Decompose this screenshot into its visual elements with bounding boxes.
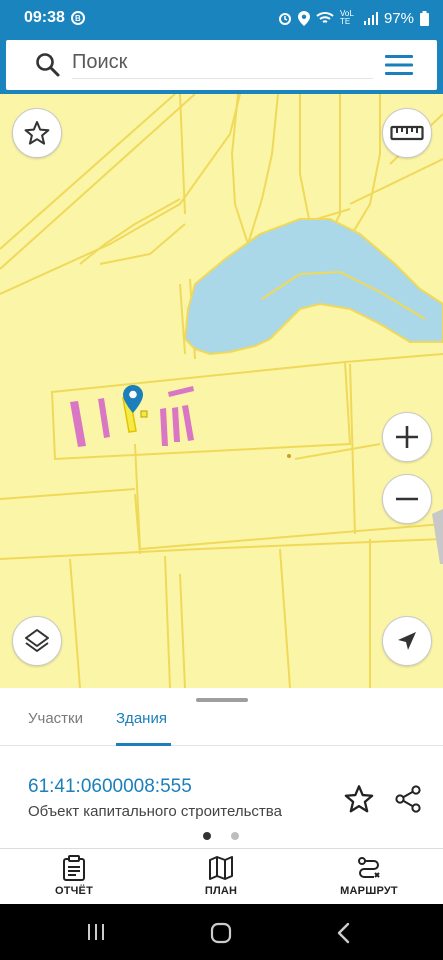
map-icon [209, 856, 233, 880]
nav-report-label: ОТЧЁТ [54, 885, 94, 897]
pager-dot [231, 832, 239, 840]
tab-parcels[interactable]: Участки [28, 710, 83, 727]
object-type: Объект капитального строительства [28, 803, 282, 820]
drag-handle[interactable] [196, 698, 248, 702]
back-icon[interactable] [336, 922, 352, 944]
battery-icon [420, 10, 429, 26]
battery-level: 97% [383, 9, 414, 27]
map-canvas[interactable] [0, 94, 443, 688]
active-tab-indicator [116, 743, 171, 746]
network-label: VoLTE [339, 9, 354, 26]
search-input[interactable]: Поиск [72, 51, 373, 79]
zoom-out-button[interactable] [382, 474, 432, 524]
star-icon[interactable] [344, 784, 374, 814]
clipboard-icon [63, 855, 85, 881]
lake [183, 218, 443, 356]
plus-icon [396, 426, 418, 448]
wifi-icon [316, 12, 334, 23]
notification-badge-icon: B [70, 11, 85, 25]
route-icon [358, 857, 380, 878]
layers-icon [25, 629, 49, 652]
search-bar[interactable]: Поиск [6, 40, 437, 90]
nav-route[interactable]: МАРШРУТ [314, 855, 424, 897]
location-marker-icon[interactable] [123, 385, 143, 413]
info-panel[interactable]: Участки Здания 61:41:0600008:555 Объект … [0, 688, 443, 848]
tab-bar: Участки Здания [0, 704, 443, 746]
tab-buildings[interactable]: Здания [116, 710, 167, 727]
star-icon [24, 121, 50, 145]
recent-apps-icon[interactable] [86, 922, 106, 942]
nav-plan-label: ПЛАН [204, 885, 238, 897]
status-time: 09:38 [24, 9, 65, 26]
favorites-button[interactable] [12, 108, 62, 158]
layers-button[interactable] [12, 616, 62, 666]
bottom-navigation: ОТЧЁТ ПЛАН МАРШРУТ [0, 848, 443, 904]
ruler-button[interactable] [382, 108, 432, 158]
share-icon[interactable] [393, 784, 423, 814]
nav-plan[interactable]: ПЛАН [166, 855, 276, 897]
menu-icon[interactable] [385, 53, 415, 77]
signal-icon [363, 11, 378, 25]
cadastral-number[interactable]: 61:41:0600008:555 [28, 776, 192, 798]
ruler-icon [390, 125, 424, 141]
home-icon[interactable] [210, 922, 232, 944]
alarm-icon [278, 13, 291, 25]
nav-route-label: МАРШРУТ [340, 885, 398, 897]
search-icon[interactable] [34, 51, 62, 79]
zoom-in-button[interactable] [382, 412, 432, 462]
map-view[interactable] [0, 94, 443, 688]
nav-report[interactable]: ОТЧЁТ [19, 855, 129, 897]
my-location-button[interactable] [382, 616, 432, 666]
status-bar: 09:38 B VoLTE 97% [0, 0, 443, 36]
parcel-outlines [0, 94, 443, 688]
location-icon [297, 10, 310, 26]
system-navigation-bar [0, 904, 443, 960]
minus-icon [396, 497, 418, 501]
pager-dot-active [203, 832, 211, 840]
navigation-arrow-icon [398, 632, 416, 650]
